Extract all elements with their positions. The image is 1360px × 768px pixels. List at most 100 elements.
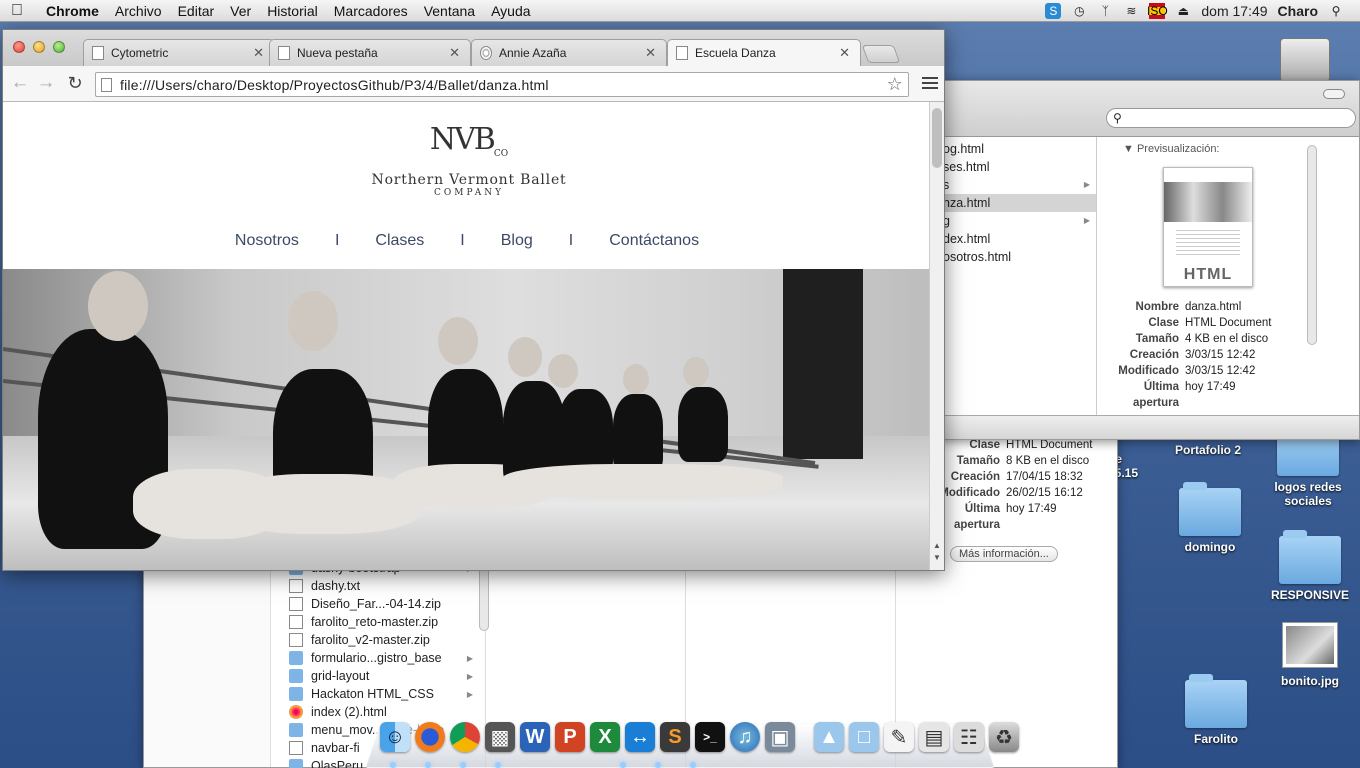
list-item[interactable]: farolito_v2-master.zip xyxy=(289,631,479,649)
teamviewer-icon[interactable]: ↔ xyxy=(625,722,655,752)
close-window-button[interactable] xyxy=(13,41,25,53)
list-item[interactable]: ses.html xyxy=(941,158,1096,176)
photos-icon[interactable]: ▣ xyxy=(765,722,795,752)
word-icon[interactable]: W xyxy=(520,722,550,752)
desktop-folder-farolito[interactable]: Farolito xyxy=(1166,674,1266,746)
address-bar-url[interactable]: file:///Users/charo/Desktop/ProyectosGit… xyxy=(120,77,887,93)
list-item[interactable]: Hackaton HTML_CSS ▶ xyxy=(289,685,479,703)
preview-thumbnail[interactable]: HTML xyxy=(1163,167,1253,287)
page-icon xyxy=(92,46,104,60)
desktop-folder-domingo[interactable]: domingo xyxy=(1160,482,1260,554)
terminal-icon[interactable]: >_ xyxy=(695,722,725,752)
time-machine-icon[interactable]: ◷ xyxy=(1071,3,1087,19)
minimize-window-button[interactable] xyxy=(33,41,45,53)
tab-nueva-pestana[interactable]: Nueva pestaña ✕ xyxy=(269,39,471,66)
close-tab-icon[interactable]: ✕ xyxy=(839,45,850,61)
spanish-input-flag-icon[interactable]: ISO xyxy=(1147,2,1168,19)
back-arrow-icon[interactable]: ← xyxy=(9,72,31,94)
list-item[interactable]: s ▶ xyxy=(941,176,1096,194)
forward-arrow-icon[interactable]: → xyxy=(35,72,57,94)
textedit-icon[interactable]: ✎ xyxy=(884,722,914,752)
zoom-window-button[interactable] xyxy=(53,41,65,53)
spotlight-search-icon[interactable]: ⚲ xyxy=(1328,3,1344,19)
preview-icon[interactable]: ▩ xyxy=(485,722,515,752)
list-item[interactable]: dashy.txt xyxy=(289,577,479,595)
menu-marcadores[interactable]: Marcadores xyxy=(326,3,416,19)
info-row: Modificado 26/02/15 16:12 xyxy=(939,487,1083,499)
finder-icon[interactable]: ☺ xyxy=(380,722,410,752)
list-item[interactable]: dex.html xyxy=(941,230,1096,248)
running-indicator xyxy=(620,762,626,768)
powerpoint-icon[interactable]: P xyxy=(555,722,585,752)
tab-annie-azana[interactable]: Annie Azaña ✕ xyxy=(471,39,667,66)
bluetooth-icon[interactable]: ᛉ xyxy=(1097,3,1113,19)
itunes-icon[interactable]: ♫ xyxy=(730,722,760,752)
menu-ayuda[interactable]: Ayuda xyxy=(483,3,538,19)
eject-icon[interactable]: ⏏ xyxy=(1175,3,1191,19)
tab-escuela-danza[interactable]: Escuela Danza ✕ xyxy=(667,39,861,66)
excel-icon[interactable]: X xyxy=(590,722,620,752)
desktop-folder-logos[interactable]: logos redes sociales xyxy=(1258,422,1358,508)
chrome-icon[interactable] xyxy=(450,722,480,752)
list-item[interactable]: g ▶ xyxy=(941,212,1096,230)
menu-user[interactable]: Charo xyxy=(1278,3,1318,19)
nav-link-contactanos[interactable]: Contáctanos xyxy=(591,232,717,250)
menu-historial[interactable]: Historial xyxy=(259,3,326,19)
menu-archivo[interactable]: Archivo xyxy=(107,3,170,19)
nav-link-nosotros[interactable]: Nosotros xyxy=(217,232,317,250)
desktop-drive[interactable] xyxy=(1255,38,1355,82)
desktop-folder-responsive[interactable]: RESPONSIVE xyxy=(1260,530,1360,602)
site-logo[interactable]: NVBCO Northern Vermont Ballet COMPANY xyxy=(358,122,580,198)
nav-link-clases[interactable]: Clases xyxy=(357,232,442,250)
nav-link-blog[interactable]: Blog xyxy=(483,232,551,250)
list-item[interactable]: osotros.html xyxy=(941,248,1096,266)
list-item[interactable]: farolito_reto-master.zip xyxy=(289,613,479,631)
trash-icon[interactable]: ♻ xyxy=(989,722,1019,752)
scrollbar-thumb[interactable] xyxy=(932,108,942,168)
sublime-text-icon[interactable]: S xyxy=(660,722,690,752)
preview-document-icon[interactable]: ▤ xyxy=(919,722,949,752)
tab-cytometric[interactable]: Cytometric ✕ xyxy=(83,39,275,66)
address-bar[interactable]: file:///Users/charo/Desktop/ProyectosGit… xyxy=(95,72,909,97)
preview-scrollbar[interactable] xyxy=(1307,145,1317,345)
list-item[interactable]: Diseño_Far...-04-14.zip xyxy=(289,595,479,613)
list-item[interactable]: og.html xyxy=(941,140,1096,158)
applications-folder-icon[interactable]: ▲ xyxy=(814,722,844,752)
close-tab-icon[interactable]: ✕ xyxy=(253,45,264,61)
list-item[interactable]: grid-layout ▶ xyxy=(289,667,479,685)
close-tab-icon[interactable]: ✕ xyxy=(645,45,656,61)
bookmark-star-icon[interactable]: ☆ xyxy=(887,74,903,95)
scroll-up-icon[interactable]: ▲ xyxy=(933,541,941,550)
nav-separator: I xyxy=(460,232,465,249)
page-scrollbar[interactable]: ▲ ▼ xyxy=(929,102,944,570)
apple-icon[interactable]:  xyxy=(0,2,34,20)
desktop-file-bonito[interactable]: bonito.jpg xyxy=(1260,622,1360,688)
skype-icon[interactable]: S xyxy=(1045,2,1062,19)
chrome-menu-icon[interactable] xyxy=(922,73,938,93)
firefox-icon[interactable] xyxy=(415,722,445,752)
new-tab-button[interactable] xyxy=(861,45,901,63)
search-field[interactable]: ⚲ xyxy=(1106,108,1356,128)
running-indicator xyxy=(690,762,696,768)
menu-ver[interactable]: Ver xyxy=(222,3,259,19)
info-row: Última apertura hoy 17:49 xyxy=(953,503,1057,531)
list-item-selected[interactable]: nza.html xyxy=(941,194,1096,212)
desktop-folder-portafolio[interactable]: Portafolio 2 xyxy=(1158,443,1258,457)
menu-editar[interactable]: Editar xyxy=(170,3,223,19)
toolbar-toggle-button[interactable] xyxy=(1323,89,1345,99)
more-info-button[interactable]: Más información... xyxy=(950,546,1058,562)
list-item[interactable]: formulario...gistro_base ▶ xyxy=(289,649,479,667)
wifi-icon[interactable]: ≋ xyxy=(1123,3,1139,19)
finder-window-icon[interactable]: ☷ xyxy=(954,722,984,752)
menu-app-chrome[interactable]: Chrome xyxy=(34,3,107,19)
menu-ventana[interactable]: Ventana xyxy=(416,3,483,19)
disclosure-arrow-icon: ▶ xyxy=(1083,216,1090,225)
list-item[interactable]: index (2).html xyxy=(289,703,479,721)
documents-folder-icon[interactable]: □ xyxy=(849,722,879,752)
page-icon xyxy=(676,46,688,60)
menu-clock[interactable]: dom 17:49 xyxy=(1201,3,1267,19)
reload-icon[interactable]: ↻ xyxy=(64,72,86,94)
scroll-down-icon[interactable]: ▼ xyxy=(933,553,941,562)
finder-scrollbar[interactable] xyxy=(479,566,489,631)
close-tab-icon[interactable]: ✕ xyxy=(449,45,460,61)
